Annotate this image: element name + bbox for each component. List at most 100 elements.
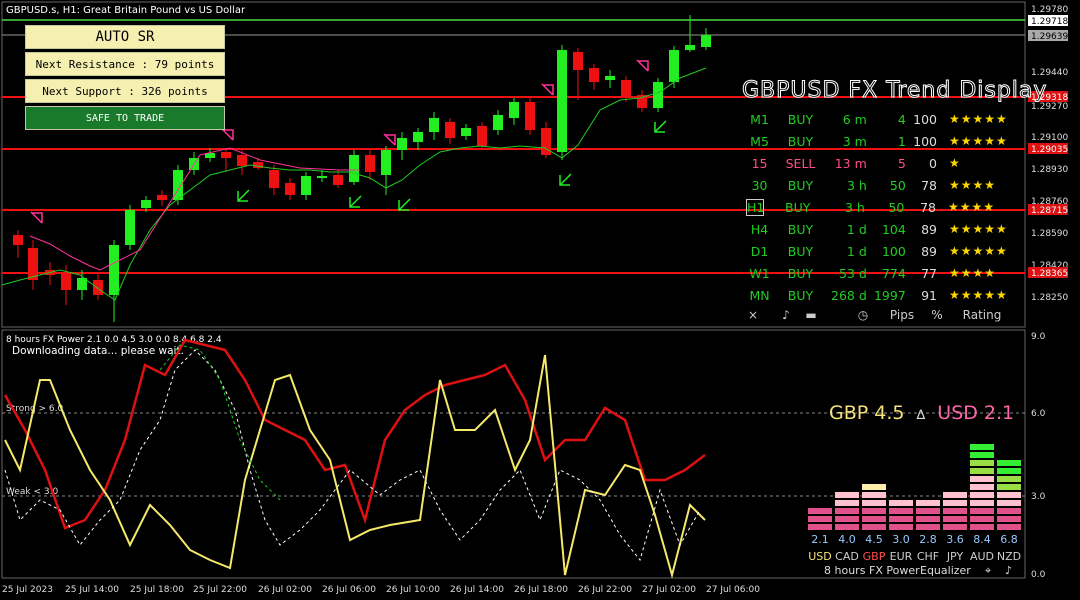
equalizer-segment [970,492,994,498]
eq-footer-power[interactable]: FX Power [869,564,920,577]
pips-value: 1997 [873,287,906,303]
indicator-axis: 9.0 6.0 3.0 0.0 [1031,332,1046,580]
eq-footer-hours[interactable]: 8 hours [824,564,866,577]
direction-label: SELL [785,155,816,171]
close-icon[interactable]: × [742,308,764,322]
trend-row[interactable]: M1 BUY 6 m 4 100 ★★★★★ [742,108,1027,130]
music-icon[interactable]: ♪ [1005,564,1012,577]
equalizer-segment [970,484,994,490]
trend-row[interactable]: D1 BUY 1 d 100 89 ★★★★★ [742,240,1027,262]
equalizer-segment [943,508,967,514]
candle-body [525,102,535,130]
buy-arrow-icon [398,198,411,211]
direction-label: BUY [787,243,814,259]
percent-value: 77 [921,265,937,281]
equalizer-segment [835,508,859,514]
candle-body [557,50,567,152]
trend-display-title: GBPUSD FX Trend Display [741,78,1048,104]
pips-value: 50 [888,199,905,215]
timeframe-label[interactable]: W1 [742,266,777,281]
timeframe-label[interactable]: M5 [742,134,777,149]
duration-label: 3 h [846,177,867,193]
percent-value: 78 [921,177,937,193]
price-tick: 1.29270 [1031,102,1068,112]
equalizer-segment [808,508,832,514]
price-tick: 1.28250 [1031,293,1068,303]
equalizer-segment [835,500,859,506]
pen-icon[interactable]: ▬ [800,308,822,322]
candle-body [125,210,135,245]
time-tick: 26 Jul 02:00 [258,585,312,595]
equalizer-segment [943,492,967,498]
timeframe-label[interactable]: 15 [742,156,777,171]
equalizer-segment [970,444,994,450]
rating-stars: ★★★★ [947,200,996,214]
direction-label: BUY [787,265,814,281]
duration-label: 53 d [838,265,867,281]
price-tick: 1.29100 [1031,133,1068,143]
candle-body [109,245,119,295]
timeframe-label[interactable]: H4 [742,222,777,237]
price-tick: 1.28930 [1031,165,1068,175]
equalizer-segment [970,460,994,466]
pair-strength: GBP 4.5 ∆ USD 2.1 [829,402,1014,424]
eq-currency: AUD [970,550,994,563]
eq-currency: CAD [835,550,859,563]
equalizer-segment [835,524,859,530]
candle-body [461,128,471,136]
crosshair-icon[interactable]: ⌖ [985,564,991,577]
trend-row[interactable]: M5 BUY 3 m 1 100 ★★★★★ [742,130,1027,152]
trade-status-button[interactable]: SAFE TO TRADE [25,106,225,130]
timeframe-label[interactable]: M1 [742,112,777,127]
eq-footer-equalizer[interactable]: Equalizer [920,564,971,577]
trend-row[interactable]: 15 SELL 13 m 5 0 ★ [742,152,1027,174]
timeframe-label[interactable]: 30 [742,178,777,193]
trend-table: M1 BUY 6 m 4 100 ★★★★★ M5 BUY 3 m 1 100 ★★★★★ 15 SELL… [742,108,1027,306]
buy-arrow-icon [654,120,667,133]
time-tick: 26 Jul 22:00 [578,585,632,595]
equalizer-segment [970,452,994,458]
equalizer-segment [862,500,886,506]
buy-arrow-icon [349,195,362,208]
time-axis: 25 Jul 2023 25 Jul 14:00 25 Jul 18:00 25 Ju… [2,585,760,595]
duration-label: 3 m [842,133,867,149]
equalizer-segment [862,524,886,530]
trend-row[interactable]: H1 BUY 3 h 50 78 ★★★★ [742,196,1027,218]
eq-value: 2.1 [811,533,829,546]
pips-header: Pips [889,308,915,322]
trend-row[interactable]: W1 BUY 53 d 774 77 ★★★★ [742,262,1027,284]
eq-value: 3.6 [946,533,964,546]
timeframe-label[interactable]: D1 [742,244,777,259]
trend-row[interactable]: MN BUY 268 d 1997 91 ★★★★★ [742,284,1027,306]
equalizer-segment [970,476,994,482]
clock-icon[interactable]: ◷ [848,308,878,322]
pips-value: 100 [881,243,906,259]
base-strength: GBP 4.5 [829,402,905,424]
sound-icon[interactable]: ♪ [772,308,800,322]
rating-header: Rating [962,308,1002,322]
equalizer-segment [997,468,1021,474]
percent-value: 100 [913,111,937,127]
pips-value: 774 [881,265,906,281]
eq-value: 3.0 [892,533,910,546]
duration-label: 268 d [831,287,867,303]
candle-body [445,122,455,138]
candle-body [429,118,439,132]
trend-row[interactable]: H4 BUY 1 d 104 89 ★★★★★ [742,218,1027,240]
equalizer-segment [943,524,967,530]
percent-value: 89 [921,243,937,259]
candle-body [333,175,343,185]
timeframe-label[interactable]: H1 [746,198,764,216]
trend-row[interactable]: 30 BUY 3 h 50 78 ★★★★ [742,174,1027,196]
equalizer-segment [889,500,913,506]
equalizer-segment [889,516,913,522]
indicator-tick: 3.0 [1031,492,1046,502]
auto-sr-title[interactable]: AUTO SR [25,25,225,49]
percent-value: 89 [921,221,937,237]
time-tick: 26 Jul 18:00 [514,585,568,595]
candle-body [77,278,87,290]
equalizer-segment [862,492,886,498]
timeframe-label[interactable]: MN [742,288,777,303]
eq-currency: USD [808,550,832,563]
time-tick: 27 Jul 06:00 [706,585,760,595]
